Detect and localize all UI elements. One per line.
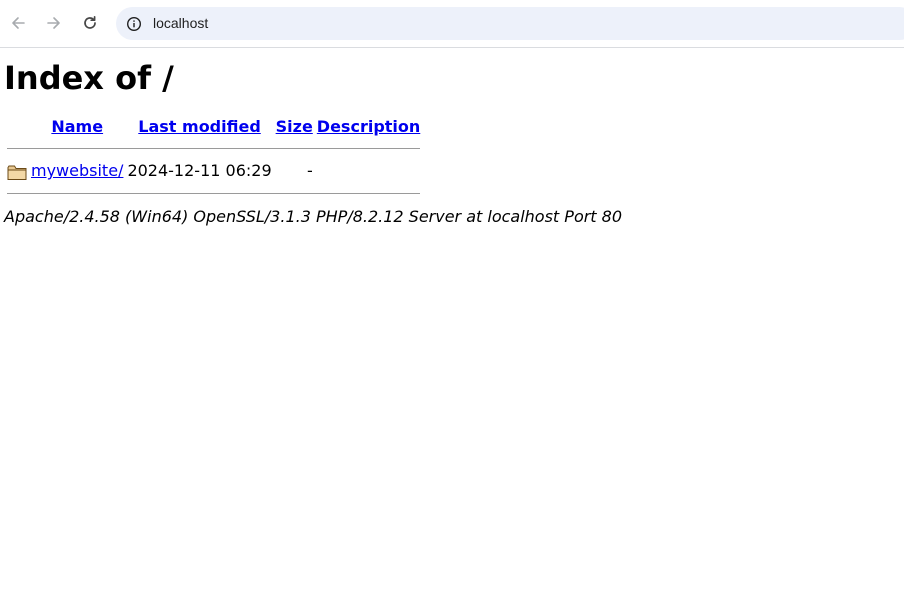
info-icon xyxy=(126,16,141,31)
site-info-button[interactable] xyxy=(120,10,147,37)
separator-row xyxy=(6,139,421,158)
last-modified-header: Last modified xyxy=(126,116,272,137)
directory-listing: Name Last modified Size Description mywe… xyxy=(4,114,423,205)
page-title: Index of / xyxy=(4,59,174,97)
page-content: Index of / Name Last modified Size Descr… xyxy=(4,48,894,226)
separator-cell xyxy=(6,139,421,158)
sort-by-name-link[interactable]: Name xyxy=(51,117,103,136)
row-description xyxy=(316,160,421,182)
row-icon-cell xyxy=(6,160,28,182)
arrow-left-icon xyxy=(12,17,25,29)
row-last-modified: 2024-12-11 06:29 xyxy=(127,161,272,181)
row-size: - xyxy=(307,161,313,181)
sort-by-last-modified-link[interactable]: Last modified xyxy=(138,117,261,136)
browser-toolbar: localhost xyxy=(0,0,904,48)
size-header: Size xyxy=(275,116,314,137)
forward-button[interactable] xyxy=(39,8,69,38)
icon-header xyxy=(6,116,28,137)
folder-icon xyxy=(7,165,27,180)
server-signature: Apache/2.4.58 (Win64) OpenSSL/3.1.3 PHP/… xyxy=(4,206,623,226)
description-header: Description xyxy=(316,116,421,137)
separator xyxy=(7,192,421,194)
separator xyxy=(7,148,421,149)
reload-icon xyxy=(84,15,96,29)
sort-by-description-link[interactable]: Description xyxy=(317,117,420,136)
url-text[interactable]: localhost xyxy=(153,15,208,31)
address-bar[interactable]: localhost xyxy=(116,7,904,40)
reload-button[interactable] xyxy=(75,8,105,38)
separator-row-bottom xyxy=(6,184,421,203)
arrow-right-icon xyxy=(47,17,60,29)
separator-cell-bottom xyxy=(6,184,421,203)
name-header: Name xyxy=(30,116,124,137)
back-button[interactable] xyxy=(3,8,33,38)
row-name-cell: mywebsite/ xyxy=(30,160,124,182)
sort-by-size-link[interactable]: Size xyxy=(276,117,313,136)
folder-link[interactable]: mywebsite/ xyxy=(31,161,123,180)
header-row: Name Last modified Size Description xyxy=(6,116,421,137)
table-row: mywebsite/ 2024-12-11 06:29 - xyxy=(6,160,421,182)
